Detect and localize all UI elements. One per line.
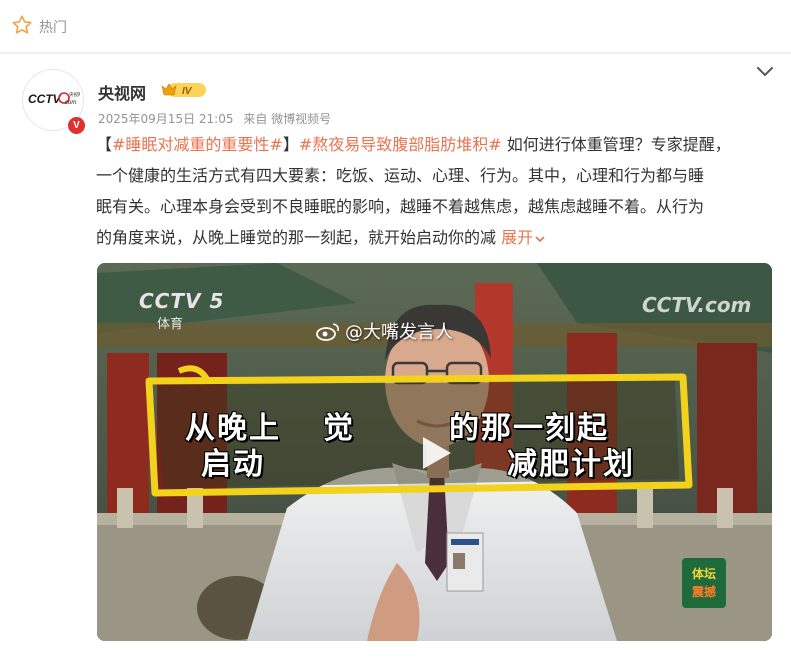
text-line-1: 【#睡眠对减重的重要性#】#熬夜易导致腹部脂肪堆积# 如何进行体重管理？专家提醒… bbox=[96, 129, 776, 160]
post-meta: 2025年09月15日 21:05 来自 微博视频号 bbox=[98, 110, 337, 127]
svg-text:震撼: 震撼 bbox=[692, 584, 716, 599]
text-line-4: 的角度来说，从晚上睡觉的那一刻起，就开始启动你的减 展开 bbox=[96, 222, 776, 253]
svg-text:com: com bbox=[65, 100, 76, 106]
corner-logo: 体坛 震撼 bbox=[682, 558, 726, 608]
hashtag-sleep-weight[interactable]: #睡眠对减重的重要性# bbox=[112, 135, 283, 154]
text-line-1-rest: 如何进行体重管理？专家提醒， bbox=[501, 135, 731, 154]
bracket-close: 】 bbox=[282, 135, 299, 154]
play-icon[interactable] bbox=[413, 431, 457, 475]
avatar[interactable]: CCTV 央视网 com V bbox=[22, 69, 86, 135]
expand-link[interactable]: 展开 bbox=[501, 228, 547, 247]
top-bar: 热门 bbox=[0, 0, 791, 52]
caption-line2-b: 减肥计划 bbox=[507, 448, 635, 481]
weibo-icon bbox=[316, 323, 339, 341]
divider bbox=[0, 52, 791, 54]
star-icon bbox=[12, 15, 32, 34]
text-line-3: 眠有关。心理本身会受到不良睡眠的影响，越睡不着越焦虑，越焦虑越睡不着。从行为 bbox=[96, 197, 705, 216]
verified-badge: V bbox=[67, 116, 86, 135]
svg-text:央视网: 央视网 bbox=[69, 91, 80, 98]
channel-logo: CCTV 5 bbox=[139, 289, 225, 313]
expand-label: 展开 bbox=[501, 228, 534, 247]
hashtag-late-night-fat[interactable]: #熬夜易导致腹部脂肪堆积# bbox=[299, 135, 502, 154]
header-title: 热门 bbox=[39, 20, 67, 36]
level-badge: IV bbox=[161, 83, 206, 97]
chevron-down-icon[interactable] bbox=[754, 64, 776, 80]
video-player[interactable]: CCTV 5 体育 CCTV.com @大嘴发言人 从晚上 觉 的那一刻起 启动… bbox=[97, 263, 772, 641]
author-name[interactable]: 央视网 bbox=[98, 80, 146, 104]
chevron-down-icon bbox=[535, 235, 545, 242]
post-text: 【#睡眠对减重的重要性#】#熬夜易导致腹部脂肪堆积# 如何进行体重管理？专家提醒… bbox=[96, 129, 776, 253]
text-line-4-body: 的角度来说，从晚上睡觉的那一刻起，就开始启动你的减 bbox=[96, 228, 502, 247]
cctv-logo-icon: CCTV 央视网 com bbox=[28, 91, 80, 106]
post-source: 来自 微博视频号 bbox=[243, 112, 332, 126]
channel-sub-label: 体育 bbox=[157, 317, 184, 332]
site-logo: CCTV.com bbox=[642, 293, 752, 317]
video-watermark: @大嘴发言人 bbox=[345, 322, 453, 343]
bracket-open: 【 bbox=[96, 135, 113, 154]
caption-line2-a: 启动 bbox=[201, 448, 265, 481]
caption-line1-b: 觉 bbox=[323, 412, 355, 445]
svg-text:体坛: 体坛 bbox=[692, 566, 716, 581]
svg-text:CCTV: CCTV bbox=[28, 92, 62, 106]
post-time[interactable]: 2025年09月15日 21:05 bbox=[98, 112, 233, 126]
text-line-2: 一个健康的生活方式有四大要素：吃饭、运动、心理、行为。其中，心理和行为都与睡 bbox=[96, 166, 705, 185]
svg-text:IV: IV bbox=[182, 86, 193, 97]
